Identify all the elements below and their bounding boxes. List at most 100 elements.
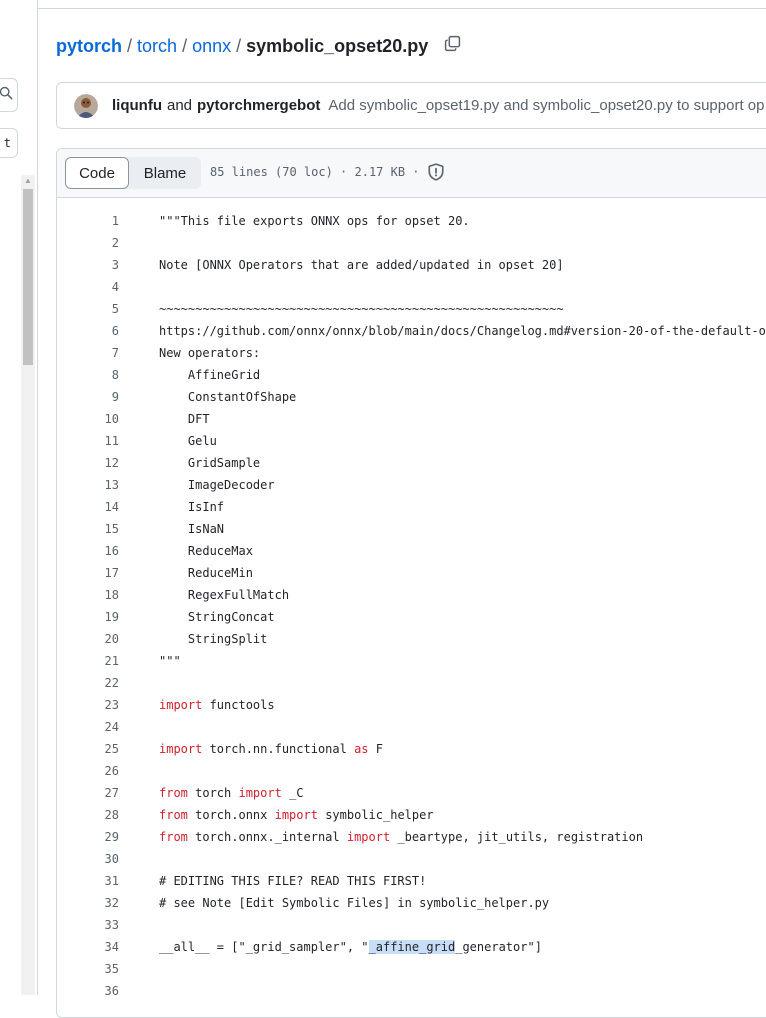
code-text: # see Note [Edit Symbolic Files] in symb… [159,896,550,910]
file-tree-scrollbar[interactable]: ▲ [21,175,35,995]
line-content: from torch.onnx._internal import _bearty… [159,830,643,844]
code-text: symbolic_helper [317,808,434,822]
code-keyword: as [354,742,369,756]
line-content: ImageDecoder [159,478,275,492]
code-line: 4 [57,276,766,298]
line-number[interactable]: 18 [57,588,119,602]
line-number[interactable]: 10 [57,412,119,426]
code-line: 16 ReduceMax [57,540,766,562]
code-text: StringConcat [159,610,275,624]
line-number[interactable]: 16 [57,544,119,558]
code-line: 23 import functools [57,694,766,716]
code-security-button[interactable] [427,163,445,181]
line-number[interactable]: 30 [57,852,119,866]
line-content: AffineGrid [159,368,260,382]
line-number[interactable]: 4 [57,280,119,294]
code-text: https://github.com/onnx/onnx/blob/main/d… [159,324,766,338]
line-number[interactable]: 11 [57,434,119,448]
line-number[interactable]: 31 [57,874,119,888]
breadcrumb: pytorch / torch / onnx / symbolic_opset2… [56,34,462,58]
line-number[interactable]: 19 [57,610,119,624]
code-line: 14 IsInf [57,496,766,518]
code-view[interactable]: 1 """This file exports ONNX ops for opset… [57,210,766,1002]
line-number[interactable]: 35 [57,962,119,976]
line-number[interactable]: 27 [57,786,119,800]
line-number[interactable]: 2 [57,236,119,250]
code-keyword: from [159,830,188,844]
breadcrumb-repo-link[interactable]: pytorch [56,36,122,57]
code-line: 36 [57,980,766,1002]
breadcrumb-separator: / [182,35,188,56]
scroll-up-arrow-icon[interactable]: ▲ [21,175,35,187]
code-text: GridSample [159,456,261,470]
line-number[interactable]: 20 [57,632,119,646]
line-content: Note [ONNX Operators that are added/upda… [159,258,564,272]
line-number[interactable]: 6 [57,324,119,338]
line-number[interactable]: 25 [57,742,119,756]
code-text: # EDITING THIS FILE? READ THIS FIRST! [159,874,427,888]
code-line: 26 [57,760,766,782]
avatar[interactable] [74,93,98,118]
copy-path-button[interactable] [442,35,462,56]
line-number[interactable]: 26 [57,764,119,778]
line-number[interactable]: 23 [57,698,119,712]
scrollbar-thumb[interactable] [23,189,33,365]
line-content: GridSample [159,456,260,470]
go-to-file-input[interactable]: t [0,128,18,158]
line-content: """ [159,654,181,668]
line-number[interactable]: 15 [57,522,119,536]
code-line: 7 New operators: [57,342,766,364]
commit-author-link[interactable]: liqunfu [112,97,162,114]
code-line: 30 [57,848,766,870]
file-viewer: Code Blame 85 lines (70 loc) · 2.17 KB ·… [56,148,766,1018]
code-line: 10 DFT [57,408,766,430]
code-text: New operators: [159,346,261,360]
breadcrumb-dir-onnx[interactable]: onnx [192,36,231,57]
tab-code[interactable]: Code [65,157,129,189]
line-number[interactable]: 28 [57,808,119,822]
line-number[interactable]: 3 [57,258,119,272]
line-number[interactable]: 7 [57,346,119,360]
file-stats: 85 lines (70 loc) · 2.17 KB · [210,165,420,179]
line-number[interactable]: 34 [57,940,119,954]
line-number[interactable]: 29 [57,830,119,844]
line-number[interactable]: 13 [57,478,119,492]
line-number[interactable]: 17 [57,566,119,580]
line-content: from torch import _C [159,786,304,800]
line-number[interactable]: 24 [57,720,119,734]
line-number[interactable]: 14 [57,500,119,514]
line-number[interactable]: 5 [57,302,119,316]
line-number[interactable]: 32 [57,896,119,910]
view-toggle: Code Blame [65,157,201,189]
line-number[interactable]: 21 [57,654,119,668]
commit-coauthor-link[interactable]: pytorchmergebot [197,97,320,114]
breadcrumb-separator: / [127,35,133,56]
line-number[interactable]: 1 [57,214,119,228]
file-search-button[interactable] [0,78,18,112]
code-line: 15 IsNaN [57,518,766,540]
line-number[interactable]: 9 [57,390,119,404]
top-divider [0,8,766,9]
line-number[interactable]: 12 [57,456,119,470]
commit-author-conjunction: and [166,97,193,114]
line-number[interactable]: 36 [57,984,119,998]
line-content: import torch.nn.functional as F [159,742,383,756]
code-text: StringSplit [159,632,268,646]
code-line: 29 from torch.onnx._internal import _bear… [57,826,766,848]
code-keyword: from [159,786,188,800]
breadcrumb-dir-torch[interactable]: torch [137,36,177,57]
tab-blame[interactable]: Blame [129,157,201,189]
line-number[interactable]: 8 [57,368,119,382]
code-line: 17 ReduceMin [57,562,766,584]
latest-commit-bar: liqunfu and pytorchmergebot Add symbolic… [56,82,766,129]
line-number[interactable]: 33 [57,918,119,932]
line-content: DFT [159,412,210,426]
commit-message-link[interactable]: Add symbolic_opset19.py and symbolic_ops… [328,97,764,114]
code-text: IsInf [159,500,225,514]
line-content: ReduceMin [159,566,253,580]
code-line: 3 Note [ONNX Operators that are added/upd… [57,254,766,276]
line-number[interactable]: 22 [57,676,119,690]
file-tree-pane: t ▲ [0,0,38,995]
search-icon [0,86,13,105]
code-text: functools [202,698,275,712]
